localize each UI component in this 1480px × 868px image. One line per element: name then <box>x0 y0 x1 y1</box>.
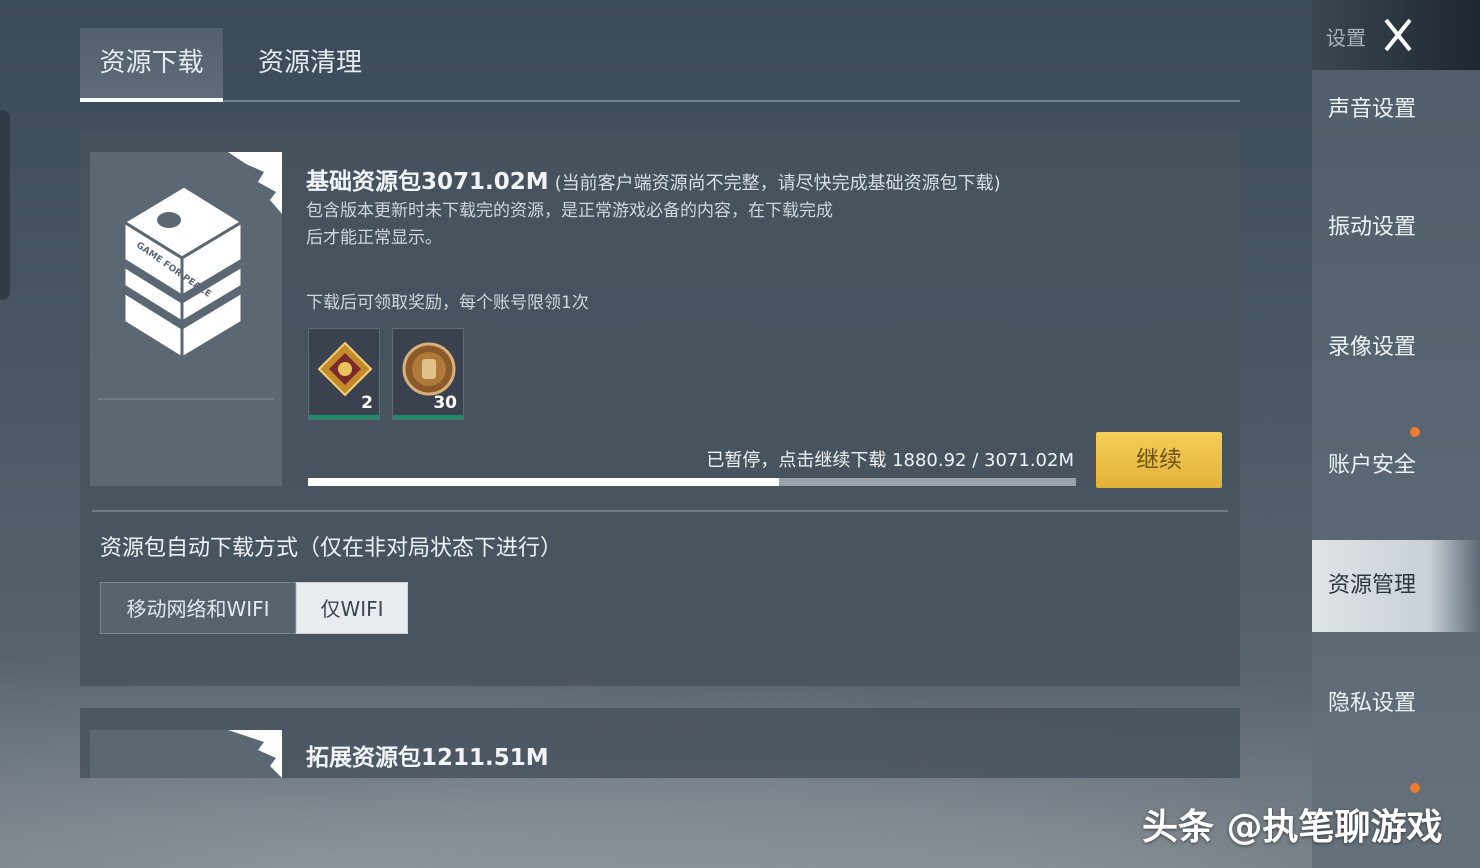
base-pack-note: (当前客户端资源尚不完整，请尽快完成基础资源包下载) <box>554 173 1001 194</box>
tab-resource-cleanup[interactable]: 资源清理 <box>240 28 380 98</box>
option-wifi-only[interactable]: 仅WIFI <box>296 582 408 634</box>
close-icon[interactable] <box>1374 10 1422 58</box>
double-exp-card-icon <box>317 341 373 397</box>
tab-bar: 资源下载 资源清理 <box>80 28 1240 102</box>
sidebar-header-label: 设置 <box>1326 26 1366 50</box>
sidebar-item-account-security[interactable]: 账户安全 <box>1312 420 1480 512</box>
base-pack-description: 包含版本更新时未下载完的资源，是正常游戏必备的内容，在下载完成后才能正常显示。 <box>306 201 833 248</box>
option-mobile-and-wifi[interactable]: 移动网络和WIFI <box>100 582 296 634</box>
armor-coin-icon <box>402 342 456 396</box>
section-divider <box>92 510 1228 512</box>
sidebar-item-sound[interactable]: 声音设置 <box>1312 64 1480 156</box>
sidebar-item-privacy[interactable]: 隐私设置 <box>1312 658 1480 750</box>
sidebar-item-resource-management[interactable]: 资源管理 <box>1312 540 1480 632</box>
resource-box-icon: GAME FOR PEACE <box>121 184 244 361</box>
ext-pack-panel: 拓展资源包1211.51M <box>80 708 1240 778</box>
base-pack-title: 基础资源包3071.02M <box>306 169 549 195</box>
ext-pack-image <box>90 730 282 778</box>
base-pack-panel: GAME FOR PEACE 基础资源包3071.02M (当前客户端资源尚不完整… <box>80 130 1240 686</box>
watermark: 头条 @执笔聊游戏 <box>1142 807 1443 848</box>
reward-item-double-exp[interactable]: 2 <box>308 328 380 420</box>
reward-count: 30 <box>433 393 457 413</box>
download-status: 已暂停，点击继续下载 1880.92 / 3071.02M <box>706 450 1074 471</box>
sidebar-header: 设置 <box>1312 0 1480 70</box>
left-edge-handle <box>0 110 10 300</box>
tab-resource-download[interactable]: 资源下载 <box>80 28 223 102</box>
reward-item-armor-coin[interactable]: 30 <box>392 328 464 420</box>
settings-sidebar: 设置 声音设置 振动设置 录像设置 账户安全 资源管理 隐私设置 <box>1312 0 1480 868</box>
notification-dot <box>1410 783 1420 793</box>
progress-fill <box>308 478 779 486</box>
auto-download-label: 资源包自动下载方式（仅在非对局状态下进行） <box>100 536 563 561</box>
download-progress-bar <box>308 478 1076 486</box>
sidebar-item-vibration[interactable]: 振动设置 <box>1312 182 1480 274</box>
base-pack-image: GAME FOR PEACE <box>90 152 282 486</box>
reward-label: 下载后可领取奖励，每个账号限领1次 <box>306 293 589 313</box>
ext-pack-title: 拓展资源包1211.51M <box>306 745 549 771</box>
reward-count: 2 <box>361 393 373 413</box>
lightning-corner-icon <box>228 730 282 778</box>
continue-button[interactable]: 继续 <box>1096 432 1222 488</box>
base-pack-title-row: 基础资源包3071.02M (当前客户端资源尚不完整，请尽快完成基础资源包下载) <box>306 162 1001 196</box>
sidebar-item-recording[interactable]: 录像设置 <box>1312 302 1480 394</box>
image-divider <box>98 398 274 400</box>
